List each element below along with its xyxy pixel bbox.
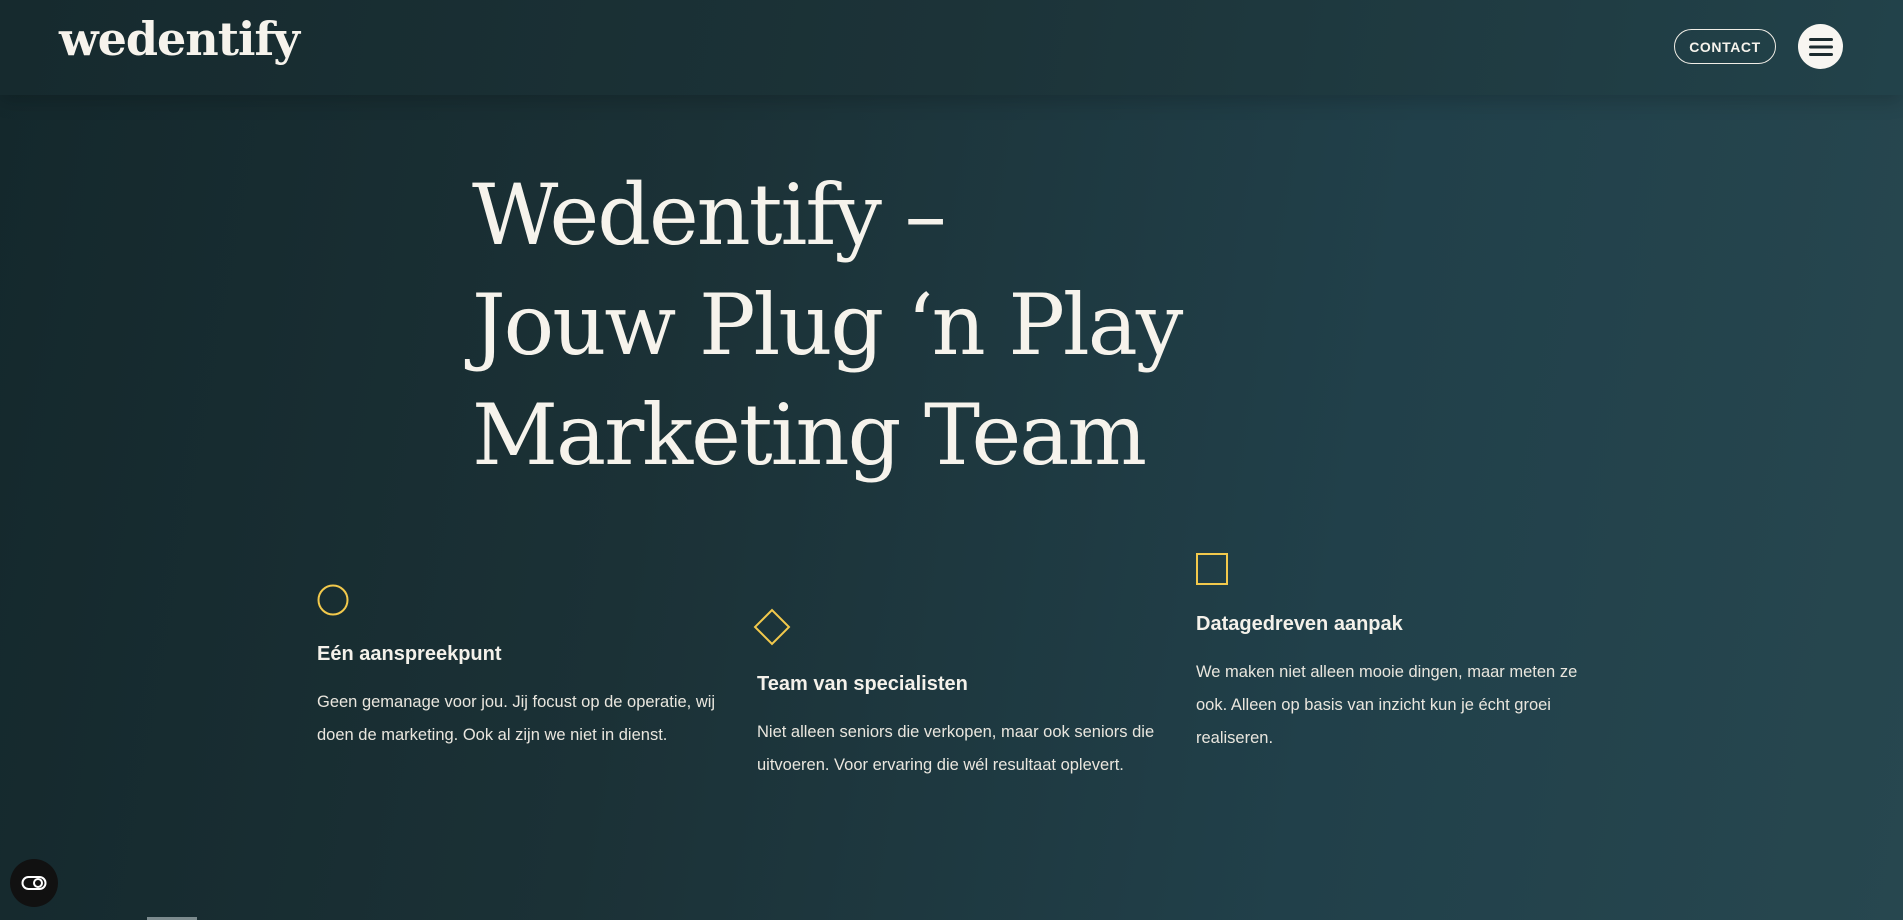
hero-title-line-3: Marketing Team bbox=[472, 386, 1147, 484]
site-header: wedentify CONTACT bbox=[0, 0, 1903, 95]
feature-text: Niet alleen seniors die verkopen, maar o… bbox=[757, 723, 1155, 774]
circle-outline-icon bbox=[317, 584, 351, 623]
site-logo[interactable]: wedentify bbox=[59, 12, 300, 66]
accessibility-button[interactable] bbox=[10, 859, 58, 907]
feature-two-specialists: Team van specialisten Niet alleen senior… bbox=[750, 605, 1154, 815]
feature-one-contact: Eén aanspreekpunt Geen gemanage voor jou… bbox=[317, 584, 717, 784]
feature-title: Eén aanspreekpunt bbox=[317, 643, 502, 665]
feature-text: We maken niet alleen mooie dingen, maar … bbox=[1196, 663, 1578, 747]
feature-title: Datagedreven aanpak bbox=[1196, 613, 1403, 635]
feature-three-data: Datagedreven aanpak We maken niet alleen… bbox=[1196, 553, 1596, 763]
contact-button[interactable]: CONTACT bbox=[1674, 29, 1776, 64]
hamburger-menu-icon bbox=[1808, 37, 1833, 56]
diamond-outline-icon bbox=[750, 605, 796, 656]
square-outline-icon bbox=[1196, 553, 1230, 592]
hero-title-line-2: Jouw Plug ‘n Play bbox=[472, 276, 1183, 374]
menu-button[interactable] bbox=[1798, 24, 1843, 69]
feature-text: Geen gemanage voor jou. Jij focust op de… bbox=[317, 693, 716, 744]
hero-title: Wedentify – Jouw Plug ‘n Play Marketing … bbox=[472, 160, 1272, 490]
hero-title-line-1: Wedentify – bbox=[472, 166, 947, 264]
feature-title: Team van specialisten bbox=[757, 673, 968, 695]
accessibility-toggle-icon bbox=[21, 876, 47, 890]
